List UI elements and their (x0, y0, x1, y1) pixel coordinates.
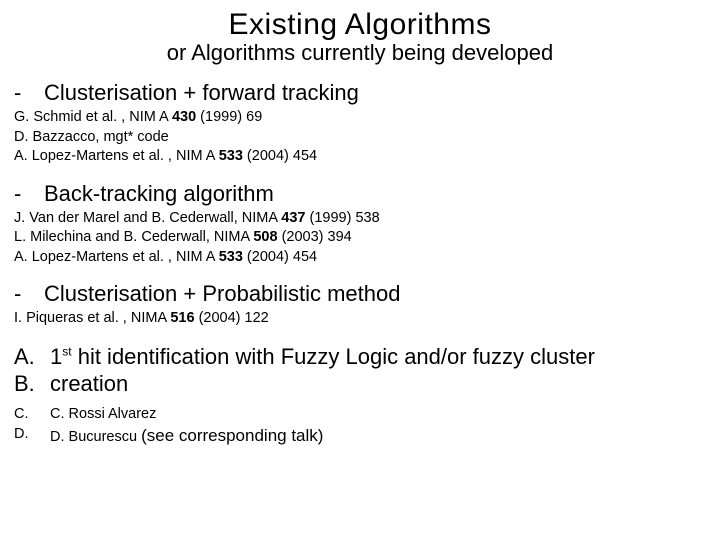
fuzzy-line-a: A. 1st hit identification with Fuzzy Log… (14, 343, 706, 371)
credit-text-d: D. Bucurescu (see corresponding talk) (50, 424, 323, 448)
fuzzy-line-b: B. creation (14, 370, 706, 398)
fuzzy-label-b: B. (14, 370, 50, 398)
credit-line-c: C. C. Rossi Alvarez (14, 404, 706, 424)
fuzzy-block: A. 1st hit identification with Fuzzy Log… (14, 343, 706, 398)
ref-line: D. Bazzacco, mgt* code (14, 128, 706, 148)
ref-line: L. Milechina and B. Cederwall, NIMA 508 … (14, 228, 706, 248)
section-2-dash: - (14, 181, 44, 207)
ref-line: A. Lopez-Martens et al. , NIM A 533 (200… (14, 147, 706, 167)
section-1-dash: - (14, 80, 44, 106)
fuzzy-text-b: creation (50, 370, 128, 398)
credit-text-c: C. Rossi Alvarez (50, 404, 156, 424)
section-1-head: - Clusterisation + forward tracking (14, 80, 706, 106)
fuzzy-text-a: 1st hit identification with Fuzzy Logic … (50, 343, 595, 371)
slide-title: Existing Algorithms (14, 8, 706, 42)
section-1-refs: G. Schmid et al. , NIM A 430 (1999) 69 D… (14, 108, 706, 167)
slide-subtitle: or Algorithms currently being developed (14, 40, 706, 66)
credit-line-d: D. D. Bucurescu (see corresponding talk) (14, 424, 706, 448)
credit-label-d: D. (14, 424, 50, 448)
fuzzy-label-a: A. (14, 343, 50, 371)
ref-line: J. Van der Marel and B. Cederwall, NIMA … (14, 209, 706, 229)
section-3-dash: - (14, 281, 44, 307)
section-1-title: Clusterisation + forward tracking (44, 80, 359, 106)
credits-block: C. C. Rossi Alvarez D. D. Bucurescu (see… (14, 404, 706, 448)
credit-label-c: C. (14, 404, 50, 424)
section-3-refs: I. Piqueras et al. , NIMA 516 (2004) 122 (14, 309, 706, 329)
ref-line: G. Schmid et al. , NIM A 430 (1999) 69 (14, 108, 706, 128)
ref-line: I. Piqueras et al. , NIMA 516 (2004) 122 (14, 309, 706, 329)
ref-line: A. Lopez-Martens et al. , NIM A 533 (200… (14, 248, 706, 268)
section-2-head: - Back-tracking algorithm (14, 181, 706, 207)
section-3-head: - Clusterisation + Probabilistic method (14, 281, 706, 307)
section-2-refs: J. Van der Marel and B. Cederwall, NIMA … (14, 209, 706, 268)
section-3-title: Clusterisation + Probabilistic method (44, 281, 400, 307)
section-2-title: Back-tracking algorithm (44, 181, 274, 207)
